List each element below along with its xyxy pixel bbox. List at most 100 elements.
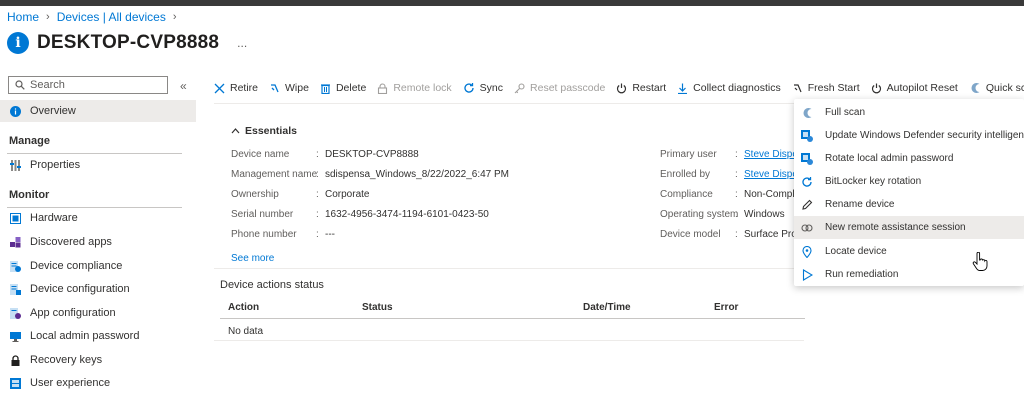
top-edge-bar	[0, 0, 1024, 6]
quick-scan-button[interactable]: Quick scan	[969, 82, 1024, 94]
breadcrumb-devices-link[interactable]: Devices | All devices	[57, 10, 166, 24]
configuration-icon	[9, 283, 21, 295]
column-header-error[interactable]: Error	[714, 302, 738, 313]
bitlocker-rotate-icon	[801, 176, 813, 188]
remote-lock-label: Remote lock	[393, 82, 452, 94]
breadcrumb-home-link[interactable]: Home	[7, 10, 39, 24]
user-experience-icon	[9, 377, 21, 389]
sidebar-item-device-compliance[interactable]: Device compliance	[0, 255, 196, 277]
sidebar-item-overview[interactable]: Overview	[0, 100, 196, 122]
more-options-button[interactable]: ...	[237, 36, 247, 50]
sync-button[interactable]: Sync	[463, 82, 503, 94]
sidebar-item-label: Properties	[30, 159, 81, 171]
field-separator: :	[316, 209, 319, 220]
sidebar-item-label: User experience	[30, 377, 111, 389]
page-title: DESKTOP-CVP8888	[37, 32, 220, 53]
autopilot-reset-label: Autopilot Reset	[886, 82, 958, 94]
essentials-toggle[interactable]: Essentials	[231, 125, 297, 137]
field-separator: :	[316, 189, 319, 200]
menu-item-rotate-admin-password[interactable]: Rotate local admin password	[794, 147, 1024, 170]
restart-button[interactable]: Restart	[616, 82, 666, 94]
menu-item-label: BitLocker key rotation	[825, 176, 922, 187]
sidebar-item-local-admin-password[interactable]: Local admin password	[0, 325, 196, 347]
info-icon	[9, 105, 21, 117]
field-label: Device name	[231, 149, 290, 160]
field-value: Windows	[744, 209, 785, 220]
sync-label: Sync	[479, 82, 504, 94]
reset-passcode-button[interactable]: Reset passcode	[514, 82, 605, 94]
search-placeholder: Search	[30, 79, 65, 91]
sidebar-item-user-experience[interactable]: User experience	[0, 372, 196, 394]
menu-item-remote-assistance[interactable]: New remote assistance session	[794, 216, 1024, 239]
retire-button[interactable]: Retire	[214, 82, 258, 94]
collect-diagnostics-button[interactable]: Collect diagnostics	[677, 82, 781, 94]
field-label: Management name	[231, 169, 318, 180]
menu-item-label: Full scan	[825, 107, 866, 118]
field-label: Primary user	[660, 149, 717, 160]
autopilot-reset-button[interactable]: Autopilot Reset	[871, 82, 958, 94]
power-icon	[616, 83, 627, 94]
section-heading-manage: Manage	[9, 135, 50, 147]
lock-icon	[9, 354, 21, 366]
delete-label: Delete	[335, 82, 367, 94]
essentials-heading: Essentials	[245, 125, 297, 137]
sidebar-item-label: Device configuration	[30, 283, 130, 295]
retire-label: Retire	[230, 82, 259, 94]
search-input[interactable]: Search	[8, 76, 168, 94]
reset-passcode-label: Reset passcode	[530, 82, 606, 94]
sidebar-item-device-configuration[interactable]: Device configuration	[0, 278, 196, 300]
sidebar-item-app-configuration[interactable]: App configuration	[0, 302, 196, 324]
menu-item-label: New remote assistance session	[825, 222, 966, 233]
field-separator: :	[735, 229, 738, 240]
divider	[214, 268, 804, 269]
field-label: Serial number	[231, 209, 294, 220]
column-header-action[interactable]: Action	[228, 302, 259, 313]
sidebar-item-recovery-keys[interactable]: Recovery keys	[0, 349, 196, 371]
menu-item-locate-device[interactable]: Locate device	[794, 240, 1024, 263]
menu-item-run-remediation[interactable]: Run remediation	[794, 263, 1024, 286]
field-separator: :	[316, 229, 319, 240]
field-label: Operating system	[660, 209, 739, 220]
menu-item-label: Update Windows Defender security intelli…	[825, 130, 1024, 141]
restart-label: Restart	[632, 82, 667, 94]
info-icon: i	[7, 32, 29, 54]
chevron-right-icon: ›	[46, 11, 50, 23]
field-separator: :	[735, 149, 738, 160]
delete-button[interactable]: Delete	[320, 82, 366, 94]
menu-item-rename-device[interactable]: Rename device	[794, 193, 1024, 216]
wipe-icon	[269, 83, 280, 94]
column-header-status[interactable]: Status	[362, 302, 393, 313]
sidebar-item-properties[interactable]: Properties	[0, 154, 196, 176]
column-header-datetime[interactable]: Date/Time	[583, 302, 631, 313]
sidebar-item-label: Overview	[30, 105, 76, 117]
chevron-up-icon	[231, 125, 240, 137]
see-more-link[interactable]: See more	[231, 253, 274, 264]
more-commands-menu: Full scan Update Windows Defender securi…	[794, 99, 1024, 286]
pencil-icon	[801, 199, 813, 211]
rotate-password-icon	[801, 152, 813, 165]
remote-lock-button[interactable]: Remote lock	[377, 82, 452, 94]
monitor-icon	[9, 330, 21, 342]
wipe-button[interactable]: Wipe	[269, 82, 309, 94]
menu-item-full-scan[interactable]: Full scan	[794, 101, 1024, 124]
sidebar-item-discovered-apps[interactable]: Discovered apps	[0, 231, 196, 253]
field-value: Corporate	[325, 189, 370, 200]
menu-item-update-defender[interactable]: Update Windows Defender security intelli…	[794, 124, 1024, 147]
field-label: Compliance	[660, 189, 713, 200]
play-icon	[801, 268, 813, 281]
menu-item-label: Rename device	[825, 199, 895, 210]
hand-cursor-icon	[972, 251, 988, 275]
download-icon	[677, 83, 688, 94]
sidebar-item-hardware[interactable]: Hardware	[0, 207, 196, 229]
chevron-right-icon: ›	[172, 11, 177, 23]
power-icon	[871, 83, 882, 94]
menu-item-bitlocker-rotation[interactable]: BitLocker key rotation	[794, 170, 1024, 193]
field-separator: :	[735, 209, 738, 220]
sidebar-item-label: Device compliance	[30, 260, 123, 272]
fresh-start-label: Fresh Start	[807, 82, 860, 94]
field-separator: :	[735, 189, 738, 200]
lock-icon	[377, 82, 388, 94]
fresh-start-button[interactable]: Fresh Start	[792, 82, 860, 94]
collapse-sidebar-button[interactable]: «	[180, 79, 187, 93]
field-separator: :	[316, 149, 319, 160]
